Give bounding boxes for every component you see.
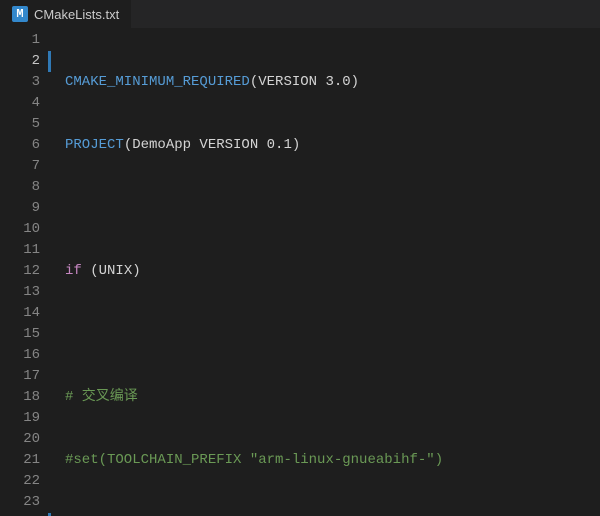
line-number: 18: [0, 387, 40, 408]
tab-label: CMakeLists.txt: [34, 4, 119, 25]
line-number: 19: [0, 408, 40, 429]
code-line: CMAKE_MINIMUM_REQUIRED(VERSION 3.0): [65, 72, 578, 93]
line-number: 17: [0, 366, 40, 387]
code-line: #set(TOOLCHAIN_PREFIX "arm-linux-gnueabi…: [65, 450, 578, 471]
code-line: [65, 198, 578, 219]
line-number: 1: [0, 30, 40, 51]
line-number: 5: [0, 114, 40, 135]
line-number: 16: [0, 345, 40, 366]
line-number: 9: [0, 198, 40, 219]
line-number: 11: [0, 240, 40, 261]
tab-bar: M CMakeLists.txt: [0, 0, 600, 28]
line-number: 6: [0, 135, 40, 156]
code-content[interactable]: CMAKE_MINIMUM_REQUIRED(VERSION 3.0) PROJ…: [51, 28, 578, 516]
line-number: 10: [0, 219, 40, 240]
line-number: 15: [0, 324, 40, 345]
code-line: [65, 324, 578, 345]
line-number: 3: [0, 72, 40, 93]
line-number: 23: [0, 492, 40, 513]
line-number: 2: [0, 51, 40, 72]
line-number: 7: [0, 156, 40, 177]
tab-cmakelists[interactable]: M CMakeLists.txt: [0, 0, 131, 28]
code-line: # 交叉编译: [65, 387, 578, 408]
line-number-gutter: 1234567891011121314151617181920212223242…: [0, 28, 48, 516]
line-number: 12: [0, 261, 40, 282]
line-number: 8: [0, 177, 40, 198]
line-number: 20: [0, 429, 40, 450]
line-number: 22: [0, 471, 40, 492]
cmake-file-icon: M: [12, 6, 28, 22]
line-number: 13: [0, 282, 40, 303]
code-editor[interactable]: 1234567891011121314151617181920212223242…: [0, 28, 600, 516]
code-line: PROJECT(DemoApp VERSION 0.1): [65, 135, 578, 156]
line-number: 14: [0, 303, 40, 324]
code-line: if (UNIX): [65, 261, 578, 282]
line-number: 21: [0, 450, 40, 471]
line-number: 4: [0, 93, 40, 114]
